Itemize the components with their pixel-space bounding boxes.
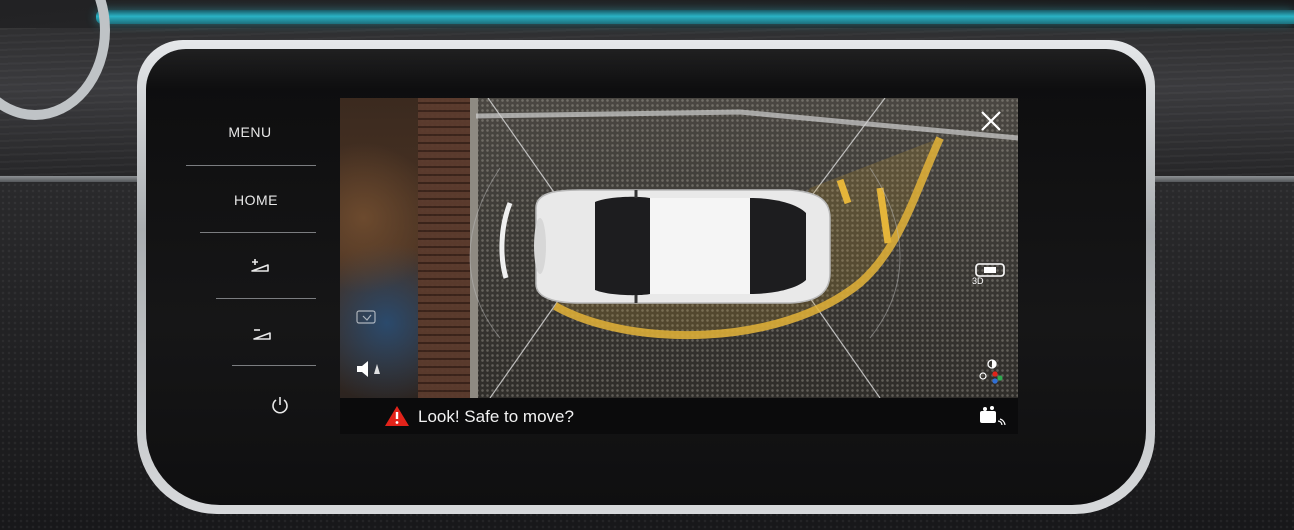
dashboard: MENU HOME 3D Look! Safe to move? (0, 0, 1294, 530)
warning-message: Look! Safe to move? (418, 407, 574, 426)
brightness-decrease-button[interactable] (240, 324, 284, 346)
menu-button-label: MENU (228, 124, 272, 140)
close-icon (981, 111, 1001, 131)
separator (232, 365, 316, 366)
brightness-decrease-icon (253, 329, 271, 340)
display-settings-button[interactable] (976, 358, 1006, 386)
ambient-light-strip (96, 10, 1294, 24)
sensor-zone (469, 167, 501, 339)
separator (200, 232, 316, 233)
power-button[interactable] (266, 394, 294, 418)
view-3d-label: 3D (972, 276, 984, 286)
separator (186, 165, 316, 166)
glass-reflection (146, 49, 1146, 89)
power-icon (272, 397, 288, 414)
camera-settings-icon (356, 310, 376, 324)
mute-button[interactable] (354, 358, 384, 380)
warning-triangle-icon (385, 406, 409, 426)
brightness-increase-icon (251, 259, 269, 272)
warning-bar: Look! Safe to move? (340, 398, 1018, 434)
close-button[interactable] (978, 108, 1004, 134)
home-button-label: HOME (234, 192, 278, 208)
display-settings-icon (979, 359, 1003, 384)
vehicle-top-view (534, 189, 831, 304)
brightness-increase-button[interactable] (238, 256, 282, 278)
parking-view-button[interactable] (976, 403, 1010, 429)
view-3d-button[interactable]: 3D (970, 262, 1014, 290)
mute-icon (357, 361, 380, 377)
park-assist-screen[interactable]: 3D Look! Safe to move? (340, 98, 1018, 434)
home-button[interactable]: HOME (206, 192, 306, 208)
menu-button[interactable]: MENU (200, 124, 300, 140)
camera-seam-line (809, 297, 881, 398)
camera-settings-button[interactable] (354, 306, 380, 328)
camera-seam-line (489, 297, 561, 398)
park-overlay (469, 98, 1018, 398)
sensor-arc (499, 202, 513, 279)
parking-view-icon (980, 406, 1006, 426)
road-marking (475, 109, 1018, 141)
separator (216, 298, 316, 299)
